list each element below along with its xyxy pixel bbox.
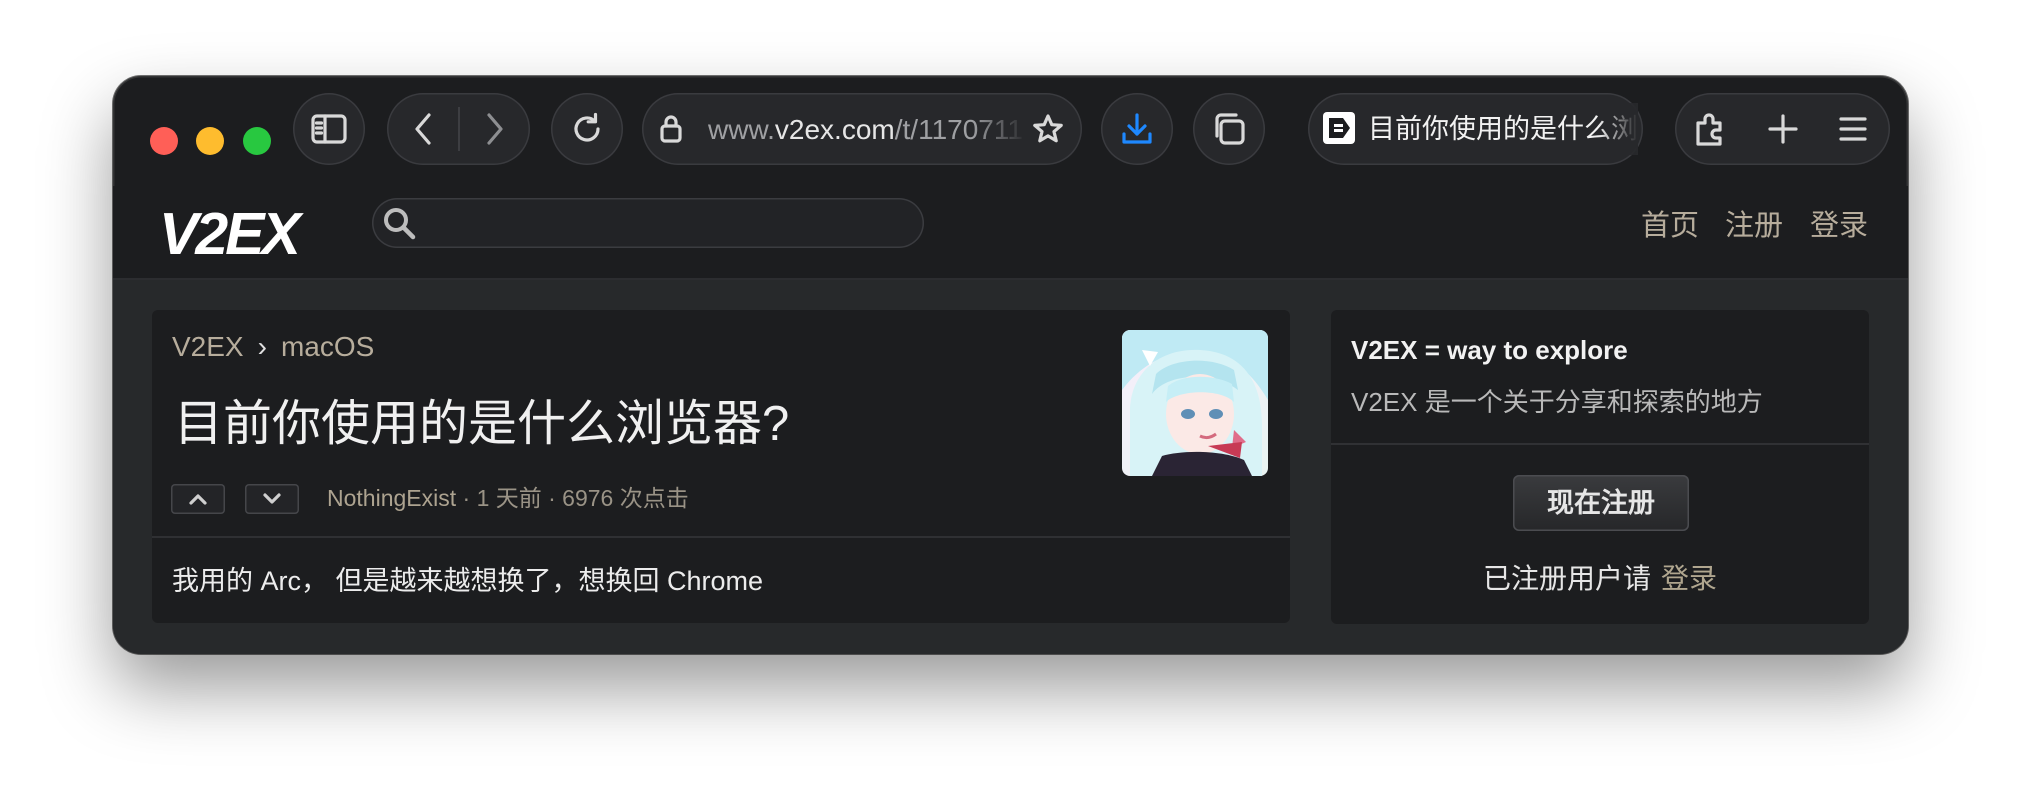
url-domain: v2ex.com (774, 114, 895, 145)
topic-meta-info: · 1 天前 · 6976 次点击 (456, 485, 689, 511)
site-logo[interactable]: V2EX (159, 203, 301, 265)
forward-icon[interactable] (485, 112, 505, 146)
menu-icon[interactable] (1838, 115, 1868, 143)
topic-title: 目前你使用的是什么浏览器? (174, 397, 790, 451)
nav-home-link[interactable]: 首页 (1641, 208, 1699, 244)
address-bar[interactable]: www.v2ex.com/t/1170711 (642, 93, 1082, 165)
topic-divider (152, 536, 1290, 538)
tab-overview-button[interactable] (1193, 93, 1265, 165)
breadcrumb: V2EX › macOS (172, 330, 374, 364)
history-nav-group (387, 93, 530, 165)
sidebar-tagline: V2EX 是一个关于分享和探索的地方 (1351, 387, 1763, 417)
tabs-icon (1215, 113, 1245, 145)
search-input[interactable] (372, 198, 924, 248)
topic-card: V2EX › macOS 目前你使用的是什么浏览器? NothingExist … (152, 310, 1290, 623)
download-icon (1122, 113, 1152, 144)
url-fade (972, 103, 1026, 155)
breadcrumb-root-link[interactable]: V2EX (172, 331, 244, 362)
search-icon (384, 208, 416, 240)
upvote-icon (189, 494, 207, 505)
downloads-button[interactable] (1101, 93, 1173, 165)
nav-divider (458, 107, 460, 151)
browser-toolbar: www.v2ex.com/t/1170711 目前你使用的是什么 (113, 76, 1908, 186)
close-window-button[interactable] (150, 127, 178, 155)
site-header: V2EX 首页 注册 登录 (113, 186, 1908, 280)
minimize-window-button[interactable] (196, 127, 224, 155)
sidebar-login-link[interactable]: 登录 (1661, 563, 1717, 594)
author-avatar[interactable] (1122, 330, 1268, 476)
breadcrumb-separator: › (257, 331, 267, 362)
topic-meta: NothingExist · 1 天前 · 6976 次点击 (327, 482, 689, 514)
v2ex-favicon-icon (1323, 112, 1355, 144)
page-main: V2EX › macOS 目前你使用的是什么浏览器? NothingExist … (113, 280, 1908, 654)
zoom-window-button[interactable] (243, 127, 271, 155)
tab-title-fade (1598, 103, 1638, 155)
upvote-button[interactable] (171, 484, 225, 514)
active-tab[interactable]: 目前你使用的是什么浏览器? (1308, 93, 1643, 165)
reload-button[interactable] (551, 93, 623, 165)
reload-icon (574, 112, 600, 142)
new-tab-icon[interactable] (1767, 113, 1799, 145)
avatar-illustration (1122, 330, 1268, 476)
sidebar-box: V2EX = way to explore V2EX 是一个关于分享和探索的地方… (1331, 310, 1869, 624)
sidebar-toggle-button[interactable] (293, 93, 365, 165)
url-prefix: www. (708, 114, 775, 145)
nav-login-link[interactable]: 登录 (1810, 208, 1868, 244)
sidebar-icon (311, 114, 347, 144)
extensions-icon[interactable] (1694, 111, 1728, 147)
sidebar-heading: V2EX = way to explore (1351, 335, 1628, 365)
sidebar-divider (1331, 443, 1869, 445)
author-link[interactable]: NothingExist (327, 485, 456, 511)
browser-window: www.v2ex.com/t/1170711 目前你使用的是什么 V2EX 首页… (113, 76, 1908, 654)
topic-content: 我用的 Arc， 但是越来越想换了，想换回 Chrome (172, 566, 764, 596)
login-prompt: 已注册用户请 登录 (1331, 562, 1869, 596)
downvote-icon (263, 493, 281, 504)
nav-register-link[interactable]: 注册 (1725, 208, 1783, 244)
login-prompt-text: 已注册用户请 (1482, 563, 1651, 594)
breadcrumb-node-link[interactable]: macOS (281, 331, 374, 362)
toolbar-actions-group (1675, 93, 1890, 165)
downvote-button[interactable] (245, 484, 299, 514)
back-icon[interactable] (413, 112, 433, 146)
star-icon[interactable] (1032, 113, 1064, 145)
lock-icon (660, 115, 682, 143)
register-now-button[interactable]: 现在注册 (1513, 475, 1689, 531)
